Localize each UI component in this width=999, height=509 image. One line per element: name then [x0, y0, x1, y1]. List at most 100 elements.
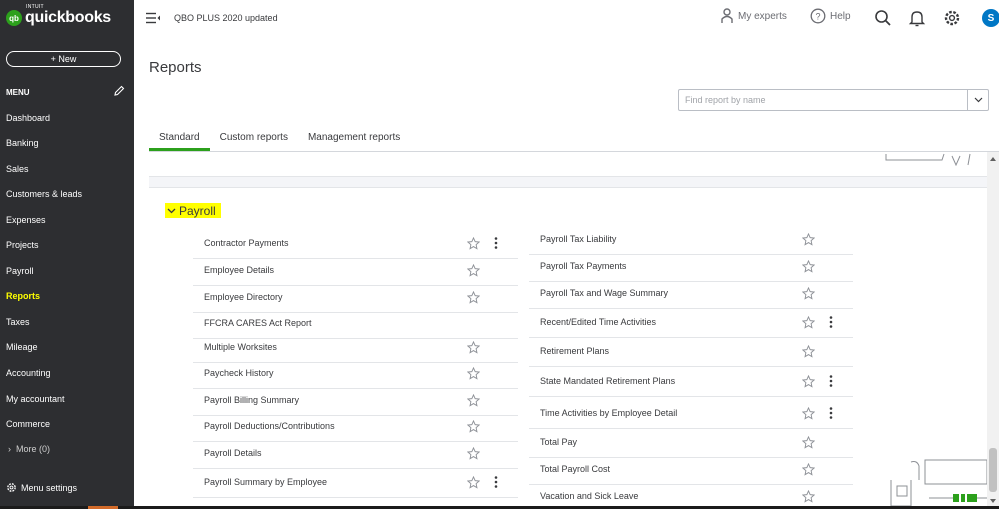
tab-standard[interactable]: Standard	[149, 130, 210, 151]
report-link[interactable]: Payroll Tax and Wage Summary	[540, 288, 668, 298]
report-row-total-pay: Total Pay	[529, 432, 853, 458]
favorite-star-icon[interactable]	[802, 260, 815, 273]
more-menu-item[interactable]: › More (0)	[8, 444, 50, 454]
payroll-illustration-icon	[890, 459, 987, 507]
report-row-employee-directory: Employee Directory	[193, 287, 518, 313]
favorite-star-icon[interactable]	[467, 291, 480, 304]
company-name: QBO PLUS 2020 updated	[174, 13, 278, 23]
help-button[interactable]: ? Help	[810, 8, 851, 24]
more-label: More (0)	[16, 444, 51, 454]
sidebar-item-payroll[interactable]: Payroll	[6, 266, 34, 276]
collapse-menu-icon[interactable]	[146, 12, 160, 24]
report-link[interactable]: Contractor Payments	[204, 238, 289, 248]
page-scrollbar[interactable]	[987, 152, 999, 509]
scroll-down-icon[interactable]	[989, 498, 997, 504]
brand-name: quickbooks	[25, 9, 111, 26]
report-link[interactable]: Payroll Deductions/Contributions	[204, 421, 335, 431]
report-link[interactable]: Multiple Worksites	[204, 342, 277, 352]
payroll-section-toggle[interactable]: Payroll	[165, 203, 221, 218]
report-search-input[interactable]	[679, 90, 967, 110]
favorite-star-icon[interactable]	[467, 367, 480, 380]
more-options-icon[interactable]	[828, 374, 834, 388]
favorite-star-icon[interactable]	[802, 375, 815, 388]
my-experts-label: My experts	[738, 10, 787, 22]
report-link[interactable]: Total Pay	[540, 437, 577, 447]
search-dropdown-button[interactable]	[967, 90, 988, 110]
favorite-star-icon[interactable]	[802, 345, 815, 358]
report-link[interactable]: Payroll Summary by Employee	[204, 477, 327, 487]
favorite-star-icon[interactable]	[467, 420, 480, 433]
sidebar-item-mileage[interactable]: Mileage	[6, 342, 38, 352]
report-link[interactable]: Time Activities by Employee Detail	[540, 408, 677, 418]
more-options-icon[interactable]	[493, 236, 499, 250]
favorite-star-icon[interactable]	[802, 287, 815, 300]
scrollbar-thumb[interactable]	[989, 448, 997, 492]
person-icon	[721, 8, 733, 23]
page-title: Reports	[149, 59, 202, 76]
edit-menu-pencil-icon[interactable]	[113, 85, 125, 97]
tab-custom-reports[interactable]: Custom reports	[210, 130, 298, 149]
new-button[interactable]: + New	[6, 51, 121, 67]
favorite-star-icon[interactable]	[467, 264, 480, 277]
menu-settings-button[interactable]: Menu settings	[6, 482, 77, 493]
menu-heading: MENU	[6, 88, 30, 97]
sidebar-item-expenses[interactable]: Expenses	[6, 215, 46, 225]
help-icon: ?	[810, 8, 826, 24]
favorite-star-icon[interactable]	[467, 447, 480, 460]
favorite-star-icon[interactable]	[802, 407, 815, 420]
sidebar-item-reports[interactable]: Reports	[6, 291, 40, 301]
report-row-recent-edited-time-activities: Recent/Edited Time Activities	[529, 312, 853, 338]
report-link[interactable]: Payroll Tax Liability	[540, 234, 616, 244]
more-options-icon[interactable]	[828, 406, 834, 420]
payroll-section-title: Payroll	[179, 203, 216, 218]
favorite-star-icon[interactable]	[802, 436, 815, 449]
report-link[interactable]: Payroll Details	[204, 448, 262, 458]
bell-icon[interactable]	[908, 9, 926, 27]
favorite-star-icon[interactable]	[802, 233, 815, 246]
favorite-star-icon[interactable]	[467, 394, 480, 407]
favorite-star-icon[interactable]	[467, 237, 480, 250]
report-link[interactable]: Payroll Billing Summary	[204, 395, 299, 405]
more-options-icon[interactable]	[493, 475, 499, 489]
report-link[interactable]: State Mandated Retirement Plans	[540, 376, 675, 386]
report-link[interactable]: Total Payroll Cost	[540, 464, 610, 474]
report-tabs: Standard Custom reports Management reports	[149, 130, 410, 151]
chevron-down-icon	[974, 97, 982, 103]
report-link[interactable]: FFCRA CARES Act Report	[204, 318, 312, 328]
report-row-payroll-tax-payments: Payroll Tax Payments	[529, 256, 853, 282]
favorite-star-icon[interactable]	[802, 463, 815, 476]
report-link[interactable]: Recent/Edited Time Activities	[540, 317, 656, 327]
report-link[interactable]: Employee Details	[204, 265, 274, 275]
report-link[interactable]: Paycheck History	[204, 368, 274, 378]
sidebar-item-dashboard[interactable]: Dashboard	[6, 113, 50, 123]
sidebar-item-projects[interactable]: Projects	[6, 240, 39, 250]
my-experts-button[interactable]: My experts	[721, 8, 787, 24]
sidebar-item-accounting[interactable]: Accounting	[6, 368, 51, 378]
gear-icon[interactable]	[943, 9, 961, 27]
favorite-star-icon[interactable]	[802, 316, 815, 329]
report-link[interactable]: Vacation and Sick Leave	[540, 491, 638, 501]
favorite-star-icon[interactable]	[467, 341, 480, 354]
favorite-star-icon[interactable]	[802, 490, 815, 503]
favorite-star-icon[interactable]	[467, 476, 480, 489]
more-options-icon[interactable]	[828, 315, 834, 329]
report-link[interactable]: Retirement Plans	[540, 346, 609, 356]
sidebar-item-taxes[interactable]: Taxes	[6, 317, 30, 327]
chevron-down-icon	[167, 208, 176, 213]
report-link[interactable]: Payroll Tax Payments	[540, 261, 626, 271]
sidebar-item-banking[interactable]: Banking	[6, 138, 39, 148]
quickbooks-logo[interactable]: qb INTUIT quickbooks	[6, 4, 111, 27]
report-row-state-mandated-retirement-plans: State Mandated Retirement Plans	[529, 371, 853, 397]
user-avatar[interactable]: S	[982, 9, 999, 27]
report-link[interactable]: Employee Directory	[204, 292, 283, 302]
tab-management-reports[interactable]: Management reports	[298, 130, 410, 149]
sidebar-item-customers-leads[interactable]: Customers & leads	[6, 189, 82, 199]
scroll-up-icon[interactable]	[989, 156, 997, 162]
section-illustration-icon	[885, 153, 971, 166]
report-row-time-activities-by-employee-detail: Time Activities by Employee Detail	[529, 403, 853, 429]
sidebar-item-sales[interactable]: Sales	[6, 164, 29, 174]
report-row-payroll-billing-summary: Payroll Billing Summary	[193, 390, 518, 416]
sidebar-item-commerce[interactable]: Commerce	[6, 419, 50, 429]
search-icon[interactable]	[874, 9, 892, 27]
sidebar-item-my-accountant[interactable]: My accountant	[6, 394, 65, 404]
